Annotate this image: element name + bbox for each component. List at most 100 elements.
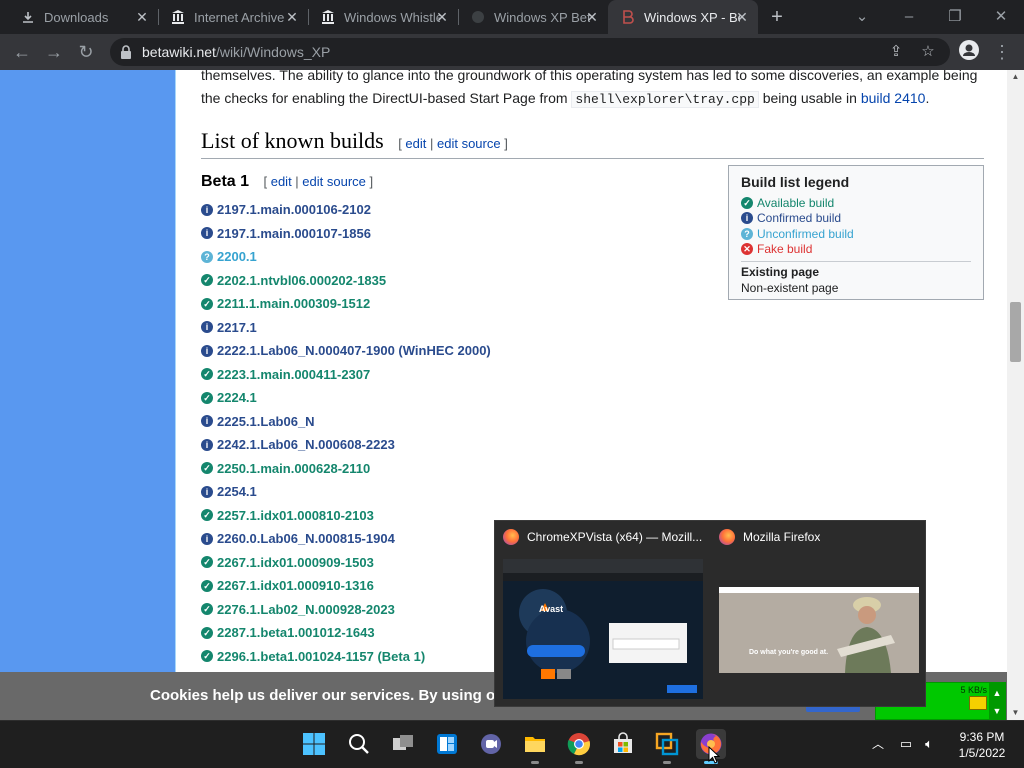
thumbnail-mozilla-firefox[interactable]: Mozilla Firefox Do what you're good at. (711, 521, 927, 708)
build-label[interactable]: 2296.1.beta1.001024-1157 (Beta 1) (217, 649, 425, 664)
new-tab-button[interactable]: + (766, 7, 788, 29)
build-item[interactable]: ✓ 2211.1.main.000309-1512 (201, 292, 491, 316)
thumbnail-preview-image: Avast (503, 559, 703, 699)
build-label[interactable]: 2225.1.Lab06_N (217, 414, 315, 429)
build-item[interactable]: ✓ 2224.1 (201, 386, 491, 410)
close-tab-icon[interactable]: ✕ (134, 9, 150, 25)
build-item[interactable]: i 2222.1.Lab06_N.000407-1900 (WinHEC 2000… (201, 339, 491, 363)
task-view-icon (393, 735, 413, 750)
build-item[interactable]: ✓ 2296.1.beta1.001024-1157 (Beta 1) (201, 645, 491, 669)
build-item[interactable]: ? 2200.1 (201, 245, 491, 269)
system-clock[interactable]: 9:36 PM 1/5/2022 (950, 729, 1014, 761)
build-item[interactable]: i 2242.1.Lab06_N.000608-2223 (201, 433, 491, 457)
scroll-up-icon[interactable]: ▲ (1007, 70, 1024, 84)
address-bar[interactable]: betawiki.net/wiki/Windows_XP ⇪ ☆ (110, 38, 950, 66)
build-label[interactable]: 2260.0.Lab06_N.000815-1904 (217, 531, 395, 546)
edit-source-link[interactable]: edit source (437, 136, 501, 151)
legend-label: Confirmed build (757, 211, 842, 226)
build-label[interactable]: 2254.1 (217, 484, 257, 499)
build-label[interactable]: 2276.1.Lab02_N.000928-2023 (217, 602, 395, 617)
share-icon[interactable]: ⇪ (886, 42, 906, 62)
close-tab-icon[interactable]: ✕ (284, 9, 300, 25)
chrome-icon (567, 733, 590, 756)
close-tab-icon[interactable]: ✕ (734, 9, 750, 25)
tab-windows-xp-betawiki[interactable]: Windows XP - BetaWiki ✕ (608, 0, 758, 34)
reload-icon[interactable]: ↻ (74, 40, 98, 64)
archive-icon (320, 9, 336, 25)
volume-icon[interactable]: 🔈︎ (920, 735, 938, 753)
build-label[interactable]: 2267.1.idx01.000909-1503 (217, 555, 374, 570)
vmware-button[interactable] (652, 729, 682, 764)
build-item[interactable]: ✓ 2250.1.main.000628-2110 (201, 457, 491, 481)
bookmark-star-icon[interactable]: ☆ (918, 42, 938, 62)
build-label[interactable]: 2223.1.main.000411-2307 (217, 367, 370, 382)
build-2410-link[interactable]: build 2410 (861, 90, 926, 106)
show-hidden-icons-chevron-icon[interactable]: ︿ (870, 735, 886, 751)
widgets-button[interactable] (432, 729, 462, 759)
scrollbar-thumb[interactable] (1010, 302, 1021, 362)
fake-build-icon: ✕ (741, 243, 753, 256)
scroll-down-icon[interactable]: ▼ (1007, 706, 1024, 720)
search-button[interactable] (344, 729, 374, 759)
restore-icon[interactable]: ❐ (943, 5, 967, 29)
build-label[interactable]: 2211.1.main.000309-1512 (217, 296, 370, 311)
page-scrollbar[interactable]: ▲ ▼ (1007, 70, 1024, 720)
display-icon[interactable]: ▭ (897, 735, 915, 753)
build-label[interactable]: 2257.1.idx01.000810-2103 (217, 508, 374, 523)
build-item[interactable]: ✓ 2223.1.main.000411-2307 (201, 363, 491, 387)
start-button[interactable] (299, 729, 329, 759)
build-item[interactable]: ✓ 2276.1.Lab02_N.000928-2023 (201, 598, 491, 622)
build-label[interactable]: 2197.1.main.000107-1856 (217, 226, 371, 241)
edit-link[interactable]: edit (405, 136, 426, 151)
download-icon (20, 9, 36, 25)
store-button[interactable] (608, 729, 638, 759)
close-tab-icon[interactable]: ✕ (434, 9, 450, 25)
build-label[interactable]: 2267.1.idx01.000910-1316 (217, 578, 374, 593)
thumbnail-preview-image: Do what you're good at. (719, 587, 919, 673)
widgets-icon (437, 734, 457, 754)
available-build-icon: ✓ (201, 391, 213, 404)
net-widget-sidebar: ▲ ▼ (989, 683, 1005, 720)
chat-button[interactable] (476, 729, 506, 759)
tab-windows-whistler[interactable]: Windows Whistler ✕ (308, 0, 458, 34)
build-item[interactable]: ✓ 2267.1.idx01.000910-1316 (201, 574, 491, 598)
minimize-icon[interactable]: – (897, 5, 921, 29)
build-item[interactable]: i 2225.1.Lab06_N (201, 410, 491, 434)
edit-source-link[interactable]: edit source (302, 174, 366, 189)
build-label[interactable]: 2242.1.Lab06_N.000608-2223 (217, 437, 395, 452)
build-label[interactable]: 2200.1 (217, 249, 257, 264)
close-window-icon[interactable]: ✕ (989, 5, 1013, 29)
task-view-button[interactable] (388, 729, 418, 759)
build-item[interactable]: ✓ 2267.1.idx01.000909-1503 (201, 551, 491, 575)
build-label[interactable]: 2217.1 (217, 320, 257, 335)
build-item[interactable]: i 2254.1 (201, 480, 491, 504)
profile-icon[interactable] (957, 40, 981, 64)
tab-downloads[interactable]: Downloads ✕ (8, 0, 158, 34)
chrome-button[interactable] (564, 729, 594, 764)
build-label[interactable]: 2222.1.Lab06_N.000407-1900 (WinHEC 2000) (217, 343, 491, 358)
intro-line: themselves. The ability to glance into t… (201, 70, 978, 83)
build-item[interactable]: ✓ 2257.1.idx01.000810-2103 (201, 504, 491, 528)
forward-icon[interactable]: → (42, 40, 66, 64)
build-item[interactable]: ✓ 2202.1.ntvbl06.000202-1835 (201, 269, 491, 293)
file-explorer-button[interactable] (520, 729, 550, 764)
menu-kebab-icon[interactable]: ⋮ (990, 40, 1014, 64)
build-label[interactable]: 2250.1.main.000628-2110 (217, 461, 370, 476)
build-item[interactable]: i 2217.1 (201, 316, 491, 340)
preview-caption: Do what you're good at. (749, 649, 829, 656)
build-item[interactable]: i 2197.1.main.000106-2102 (201, 198, 491, 222)
build-label[interactable]: 2202.1.ntvbl06.000202-1835 (217, 273, 386, 288)
close-tab-icon[interactable]: ✕ (584, 9, 600, 25)
build-item[interactable]: ✓ 2287.1.beta1.001012-1643 (201, 621, 491, 645)
edit-link[interactable]: edit (271, 174, 292, 189)
thumbnail-chromexpvista[interactable]: ChromeXPVista (x64) — Mozill... Avast (495, 521, 711, 708)
build-item[interactable]: i 2260.0.Lab06_N.000815-1904 (201, 527, 491, 551)
tab-internet-archive[interactable]: Internet Archive ✕ (158, 0, 308, 34)
tab-windows-xp-beta[interactable]: Windows XP Beta ✕ (458, 0, 608, 34)
tab-search-icon[interactable]: ⌄ (850, 5, 874, 29)
build-label[interactable]: 2287.1.beta1.001012-1643 (217, 625, 375, 640)
build-item[interactable]: i 2197.1.main.000107-1856 (201, 222, 491, 246)
build-label[interactable]: 2224.1 (217, 390, 257, 405)
back-icon[interactable]: ← (10, 40, 34, 64)
build-label[interactable]: 2197.1.main.000106-2102 (217, 202, 371, 217)
